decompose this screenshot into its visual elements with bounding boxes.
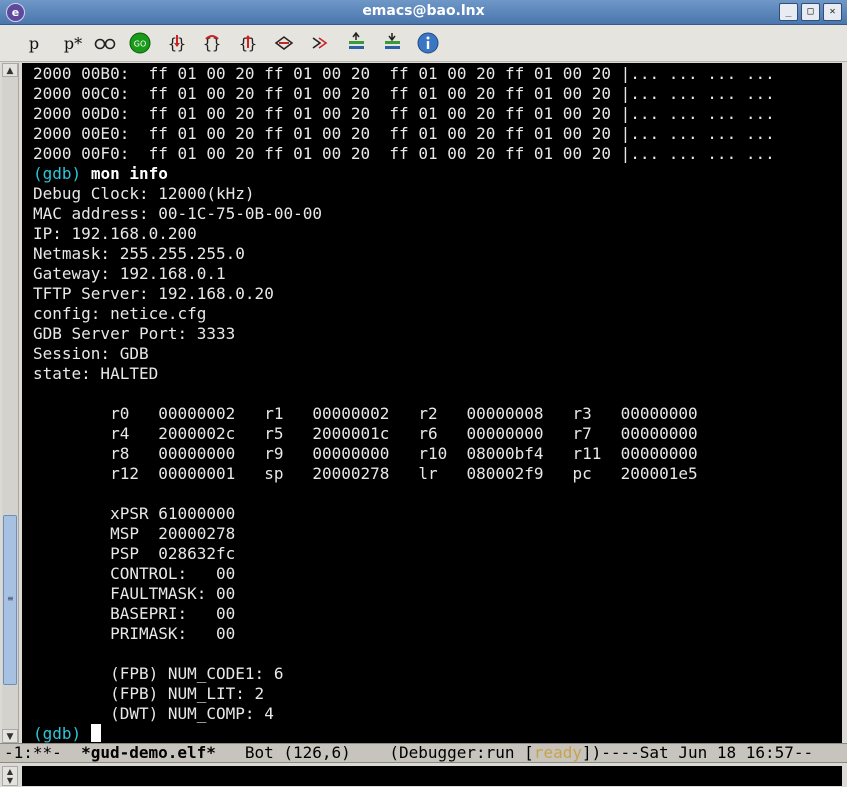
go-button[interactable]: GO [127,32,153,54]
modeline-buffer-name[interactable]: *gud-demo.elf* [81,743,216,762]
minibuffer-scroll-icon[interactable]: ▲ ▼ [2,766,18,786]
up-frame-icon [349,32,364,49]
register-line: r12 00000001 sp 20000278 lr 080002f9 pc … [33,464,698,483]
grip-icon: ≡ [7,594,14,603]
mode-line: -1:**- *gud-demo.elf* Bot (126,6) (Debug… [0,743,847,763]
vertical-scrollbar[interactable]: ▲ ≡ ▼ [2,63,19,743]
hex-line: 2000 00E0: ff 01 00 20 ff 01 00 20 ff 01… [33,124,775,143]
scroll-down-icon[interactable]: ▼ [2,729,18,743]
scroll-up-icon[interactable]: ▲ [2,63,18,77]
watch-glasses-icon [94,38,116,50]
gdb-command: mon info [90,164,168,183]
step-over-button[interactable]: {} [199,32,225,54]
step-out-icon: {} [239,35,257,53]
hex-line: 2000 00D0: ff 01 00 20 ff 01 00 20 ff 01… [33,104,775,123]
print-star-button[interactable]: p* [60,32,86,54]
info-line: TFTP Server: 192.168.0.20 [33,284,274,303]
scrollbar-thumb[interactable]: ≡ [3,515,17,685]
minibuffer-area: ▲ ▼ [0,763,847,787]
maximize-button[interactable]: □ [801,3,820,21]
step-over-icon: {} [203,35,221,53]
gdb-buffer[interactable]: 2000 00B0: ff 01 00 20 ff 01 00 20 ff 01… [22,63,842,743]
print-icon: p [28,33,40,53]
svg-text:{}: {} [203,35,221,53]
modeline-ready-status: ready [533,743,582,762]
fpb-line: (FPB) NUM_LIT: 2 [33,684,265,703]
down-frame-button[interactable] [380,32,406,54]
modeline-status: -1:**- [4,743,82,762]
special-register-line: BASEPRI: 00 [33,604,236,623]
until-button[interactable] [271,32,297,54]
toolbar: p p* GO {} {} {} [0,25,847,62]
info-line: Netmask: 255.255.255.0 [33,244,245,263]
fpb-line: (FPB) NUM_CODE1: 6 [33,664,284,683]
special-register-line: PSP 028632fc [33,544,236,563]
text-cursor [90,724,101,742]
info-line: state: HALTED [33,364,159,383]
special-register-line: xPSR 61000000 [33,504,236,523]
watch-button[interactable] [92,32,118,54]
info-line: Session: GDB [33,344,149,363]
modeline-mode[interactable]: (Debugger:run [ [389,743,534,762]
go-icon: GO [129,32,151,54]
info-line: GDB Server Port: 3333 [33,324,236,343]
print-button[interactable]: p [21,32,47,54]
info-line: Debug Clock: 12000(kHz) [33,184,255,203]
svg-text:GO: GO [134,40,147,49]
finish-button[interactable] [307,32,333,54]
fpb-line: (DWT) NUM_COMP: 4 [33,704,274,723]
special-register-line: CONTROL: 00 [33,564,236,583]
window-title: emacs@bao.lnx [362,3,485,19]
info-icon [417,32,439,54]
special-register-line: PRIMASK: 00 [33,624,236,643]
print-star-icon: p* [63,33,83,53]
up-frame-button[interactable] [344,32,370,54]
register-line: r0 00000002 r1 00000002 r2 00000008 r3 0… [33,404,698,423]
info-line: IP: 192.168.0.200 [33,224,197,243]
finish-icon [312,37,328,49]
modeline-position: Bot (126,6) [215,743,390,762]
gdb-input-prompt[interactable]: (gdb) [33,724,91,743]
down-frame-icon [385,33,400,49]
until-icon [274,36,294,50]
hex-line: 2000 00F0: ff 01 00 20 ff 01 00 20 ff 01… [33,144,775,163]
info-line: MAC address: 00-1C-75-0B-00-00 [33,204,322,223]
close-button[interactable]: ✕ [823,3,842,21]
minibuffer[interactable] [22,766,842,786]
special-register-line: MSP 20000278 [33,524,236,543]
modeline-clock: ])----Sat Jun 18 16:57-- [581,743,814,762]
step-out-button[interactable]: {} [235,32,261,54]
info-line: Gateway: 192.168.0.1 [33,264,226,283]
title-bar: e emacs@bao.lnx _ □ ✕ [0,0,847,25]
gdb-prompt: (gdb) [33,164,82,183]
special-register-line: FAULTMASK: 00 [33,584,236,603]
register-line: r4 2000002c r5 2000001c r6 00000000 r7 0… [33,424,698,443]
step-into-button[interactable]: {} [164,32,190,54]
info-button[interactable] [415,32,441,54]
minimize-button[interactable]: _ [779,3,798,21]
hex-line: 2000 00B0: ff 01 00 20 ff 01 00 20 ff 01… [33,64,775,83]
hex-line: 2000 00C0: ff 01 00 20 ff 01 00 20 ff 01… [33,84,775,103]
info-line: config: netice.cfg [33,304,207,323]
gdb-output: 2000 00B0: ff 01 00 20 ff 01 00 20 ff 01… [22,63,842,743]
register-line: r8 00000000 r9 00000000 r10 08000bf4 r11… [33,444,698,463]
step-into-icon: {} [168,35,186,53]
